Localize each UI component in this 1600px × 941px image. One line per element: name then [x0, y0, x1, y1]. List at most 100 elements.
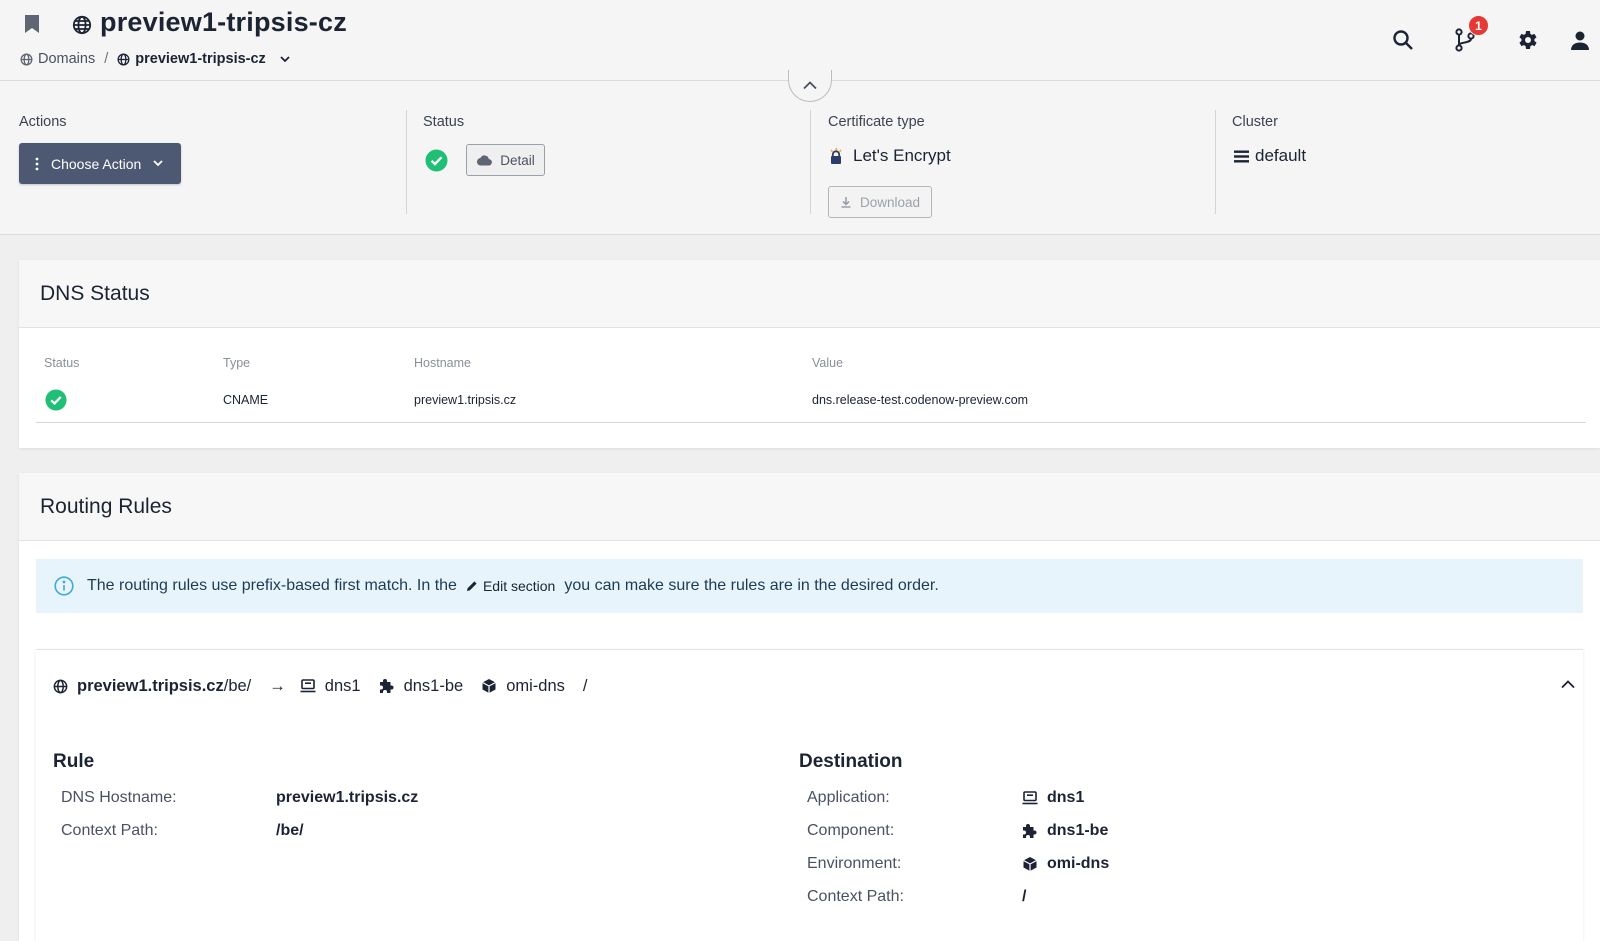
more-vertical-icon	[35, 157, 39, 171]
application-text: dns1	[1047, 789, 1085, 806]
dns-value-cell: dns.release-test.codenow-preview.com	[812, 393, 1029, 407]
rule-summary-host: preview1.tripsis.cz	[77, 676, 224, 695]
divider	[810, 110, 811, 214]
edit-section-link[interactable]: Edit section	[466, 578, 555, 594]
globe-icon	[53, 679, 68, 694]
notification-badge: 1	[1468, 15, 1489, 36]
column-header-type: Type	[223, 356, 251, 370]
rule-summary-context-path: /	[582, 676, 588, 695]
breadcrumb-label: Domains	[38, 51, 96, 67]
dns-status-table: Status Type Hostname Value CNAME preview…	[36, 356, 1600, 423]
divider	[406, 110, 407, 214]
download-label: Download	[859, 194, 921, 210]
destination-context-path-value: /	[1022, 888, 1027, 905]
search-icon[interactable]	[1389, 26, 1417, 54]
info-icon	[54, 576, 74, 596]
download-icon	[840, 196, 852, 208]
component-value: dns1-be	[1022, 822, 1108, 840]
choose-action-button[interactable]: Choose Action	[19, 143, 181, 184]
edit-section-label: Edit section	[482, 578, 556, 594]
breadcrumb-separator: /	[104, 51, 109, 67]
breadcrumb: Domains / preview1-tripsis-cz	[20, 50, 290, 68]
dns-hostname-label: DNS Hostname:	[61, 789, 177, 806]
rule-summary-application-text: dns1	[324, 676, 361, 695]
rule-summary-component-text: dns1-be	[403, 676, 464, 695]
cube-icon	[481, 678, 497, 694]
chevron-down-icon	[153, 160, 163, 167]
cluster-label: Cluster	[1232, 114, 1278, 130]
cluster-icon	[1234, 150, 1249, 163]
dns-hostname-value: preview1.tripsis.cz	[276, 789, 419, 806]
actions-label: Actions	[19, 114, 67, 130]
rule-summary-application: dns1	[300, 677, 361, 696]
status-ok-icon	[425, 149, 448, 172]
table-header: Status Type Hostname Value	[36, 356, 1600, 378]
table-row: CNAME preview1.tripsis.cz dns.release-te…	[36, 378, 1586, 423]
destination-context-path-label: Context Path:	[807, 888, 904, 905]
top-bar: preview1-tripsis-cz Domains / preview1-t…	[0, 0, 1600, 81]
gear-icon[interactable]	[1513, 26, 1541, 54]
status-label: Status	[423, 114, 465, 130]
pencil-icon	[466, 580, 478, 592]
lets-encrypt-icon	[828, 147, 844, 165]
cube-icon	[1022, 856, 1038, 872]
column-header-value: Value	[812, 356, 844, 370]
chevron-up-icon[interactable]	[1561, 680, 1575, 689]
certificate-type-text: Let's Encrypt	[853, 146, 951, 165]
detail-label: Detail	[500, 152, 535, 168]
user-icon[interactable]	[1566, 26, 1594, 54]
info-text-after: you can make sure the rules are in the d…	[564, 577, 939, 594]
column-header-status: Status	[44, 356, 80, 370]
breadcrumb-item-current[interactable]: preview1-tripsis-cz	[117, 51, 290, 67]
certificate-type-value: Let's Encrypt	[828, 146, 951, 166]
puzzle-icon	[379, 678, 395, 694]
info-text-before: The routing rules use prefix-based first…	[87, 577, 457, 594]
column-header-hostname: Hostname	[414, 356, 471, 370]
dns-hostname-cell: preview1.tripsis.cz	[414, 393, 517, 407]
destination-section-title: Destination	[799, 751, 903, 772]
environment-text: omi-dns	[1047, 855, 1110, 872]
rule-context-path-label: Context Path:	[61, 822, 158, 839]
chevron-down-icon[interactable]	[280, 55, 290, 63]
component-text: dns1-be	[1047, 822, 1109, 839]
summary-strip: Actions Status Certificate type Cluster	[0, 81, 1600, 235]
rule-summary-environment-text: omi-dns	[506, 676, 565, 695]
application-value: dns1	[1022, 789, 1084, 807]
globe-icon	[20, 53, 33, 66]
certificate-type-label: Certificate type	[828, 114, 925, 130]
rule-context-path-value: /be/	[276, 822, 304, 839]
chevron-up-icon	[803, 81, 817, 90]
breadcrumb-item-domains[interactable]: Domains	[20, 51, 95, 67]
globe-icon	[117, 53, 130, 66]
application-icon	[1022, 791, 1038, 805]
rule-summary[interactable]: preview1.tripsis.cz /be/ → dns1 dns1-be …	[53, 675, 587, 697]
rule-summary-path: /be/	[223, 676, 252, 695]
status-detail-button[interactable]: Detail	[466, 144, 545, 176]
puzzle-icon	[1022, 823, 1038, 839]
routing-info-banner: The routing rules use prefix-based first…	[36, 559, 1583, 613]
rule-summary-environment: omi-dns	[481, 677, 565, 696]
cluster-value: default	[1234, 146, 1306, 166]
cloud-icon	[476, 154, 493, 166]
application-icon	[300, 679, 316, 693]
dns-status-ok-icon	[45, 378, 67, 422]
dns-type-cell: CNAME	[223, 393, 269, 407]
download-certificate-button[interactable]: Download	[828, 186, 932, 218]
divider	[1215, 110, 1216, 214]
globe-icon	[72, 15, 92, 35]
rule-section-title: Rule	[53, 751, 95, 772]
breadcrumb-label: preview1-tripsis-cz	[135, 51, 266, 67]
routing-rules-title: Routing Rules	[19, 473, 1600, 541]
rule-summary-component: dns1-be	[379, 676, 464, 696]
cluster-text: default	[1255, 146, 1307, 165]
bookmark-icon[interactable]	[24, 14, 40, 34]
application-label: Application:	[807, 789, 890, 806]
dns-status-panel: DNS Status Status Type Hostname Value CN…	[19, 260, 1600, 448]
routing-rule-card: preview1.tripsis.cz /be/ → dns1 dns1-be …	[36, 649, 1583, 941]
environment-value: omi-dns	[1022, 855, 1109, 873]
component-label: Component:	[807, 822, 895, 839]
routing-rules-panel: Routing Rules The routing rules use pref…	[19, 473, 1600, 941]
dns-status-title: DNS Status	[19, 260, 1600, 328]
environment-label: Environment:	[807, 855, 902, 872]
choose-action-label: Choose Action	[51, 155, 142, 172]
